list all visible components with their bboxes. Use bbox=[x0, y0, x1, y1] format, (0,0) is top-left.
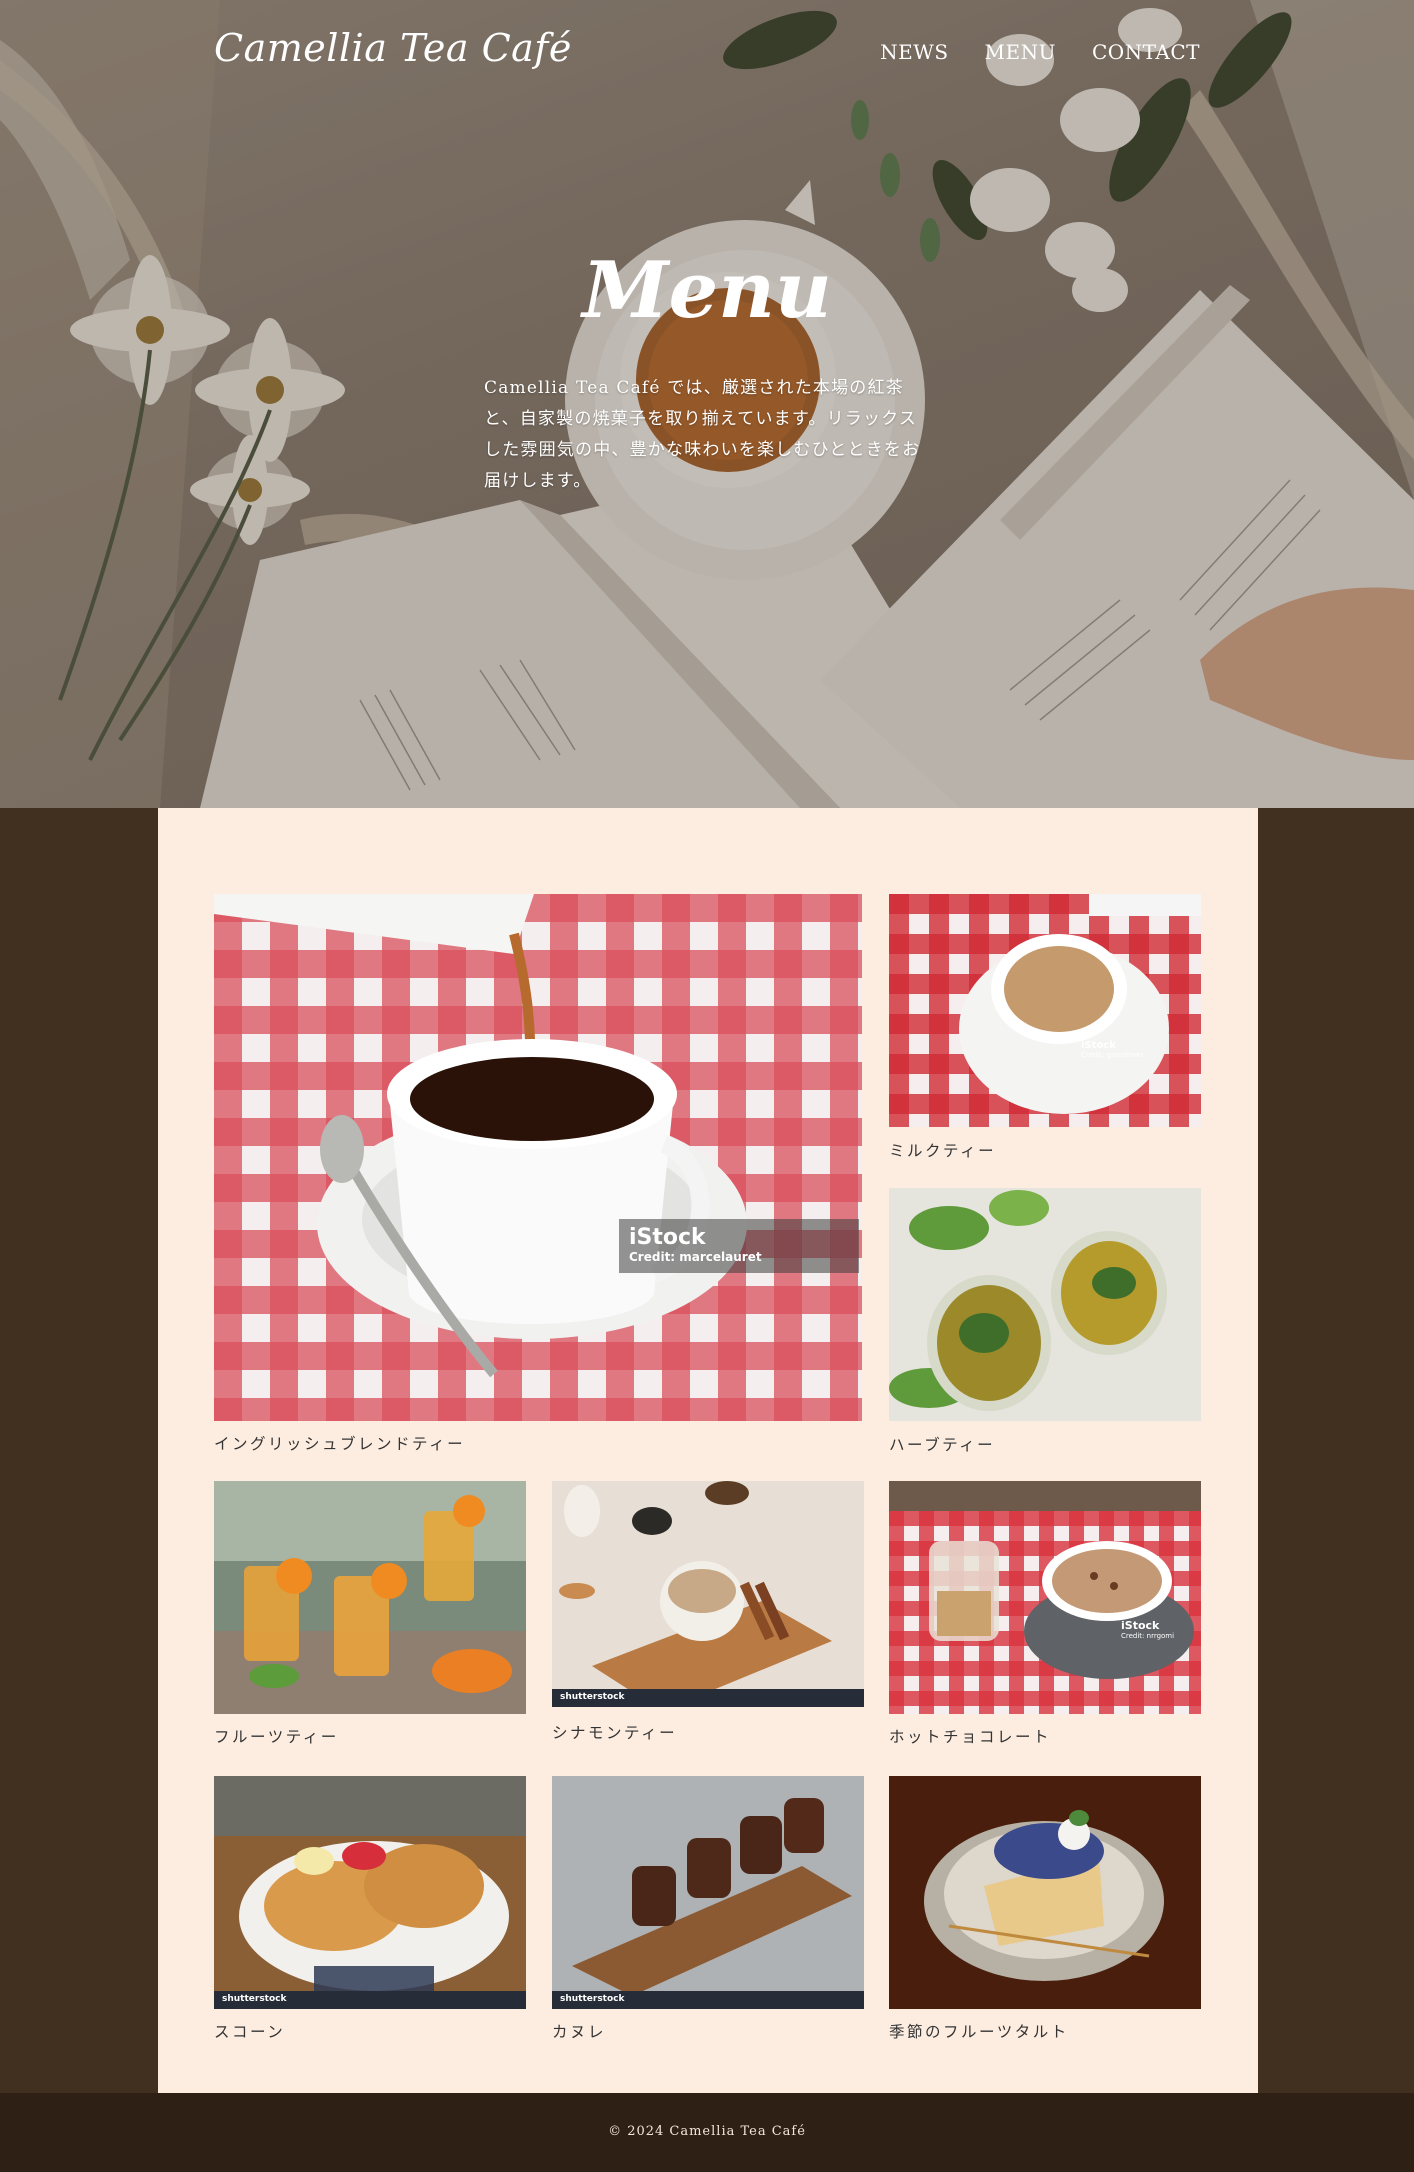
istock-watermark: iStock Credit: marcelauret bbox=[619, 1219, 859, 1273]
scone-image: shutterstock bbox=[214, 1776, 526, 2009]
istock-watermark-small: iStock Credit: grandriver bbox=[1081, 1040, 1144, 1059]
shutterstock-watermark: shutterstock bbox=[552, 1991, 864, 2009]
page-title: Menu bbox=[582, 245, 832, 336]
menu-caption: イングリッシュブレンドティー bbox=[214, 1435, 466, 1453]
menu-caption: スコーン bbox=[214, 2023, 286, 2041]
english-blend-tea-image: iStock Credit: marcelauret bbox=[214, 894, 862, 1421]
menu-caption: ホットチョコレート bbox=[889, 1728, 1052, 1746]
fruit-tart-image bbox=[889, 1776, 1201, 2009]
menu-caption: ミルクティー bbox=[889, 1142, 997, 1160]
main-nav: NEWS MENU CONTACT bbox=[880, 40, 1200, 64]
istock-watermark-small: iStock Credit: nrrgomi bbox=[1121, 1619, 1175, 1640]
hero-description: Camellia Tea Café では、厳選された本場の紅茶と、自家製の焼菓子… bbox=[484, 378, 921, 491]
nav-contact-link[interactable]: CONTACT bbox=[1092, 40, 1200, 64]
menu-panel: iStock Credit: marcelauret イングリッシュブレンドティ… bbox=[158, 808, 1258, 2093]
hero-section: Camellia Tea Café NEWS MENU CONTACT Menu… bbox=[0, 0, 1414, 808]
nav-menu-link[interactable]: MENU bbox=[985, 40, 1056, 64]
fruit-tea-image bbox=[214, 1481, 526, 1714]
shutterstock-watermark: shutterstock bbox=[214, 1991, 526, 2009]
site-footer: © 2024 Camellia Tea Café bbox=[0, 2093, 1414, 2172]
menu-caption: フルーツティー bbox=[214, 1728, 339, 1746]
site-logo[interactable]: Camellia Tea Café bbox=[214, 26, 572, 70]
cinnamon-tea-image: shutterstock bbox=[552, 1481, 864, 1707]
canele-image: shutterstock bbox=[552, 1776, 864, 2009]
menu-caption: ハーブティー bbox=[889, 1436, 996, 1454]
menu-caption: 季節のフルーツタルト bbox=[889, 2023, 1069, 2041]
nav-news-link[interactable]: NEWS bbox=[880, 40, 948, 64]
copyright-text: © 2024 Camellia Tea Café bbox=[608, 2124, 806, 2139]
herbal-tea-image bbox=[889, 1188, 1201, 1421]
milk-tea-image: iStock Credit: grandriver bbox=[889, 894, 1201, 1127]
shutterstock-watermark: shutterstock bbox=[552, 1689, 864, 1707]
menu-caption: シナモンティー bbox=[552, 1724, 678, 1742]
menu-caption: カヌレ bbox=[552, 2023, 607, 2041]
hot-chocolate-image: iStock Credit: nrrgomi bbox=[889, 1481, 1201, 1714]
